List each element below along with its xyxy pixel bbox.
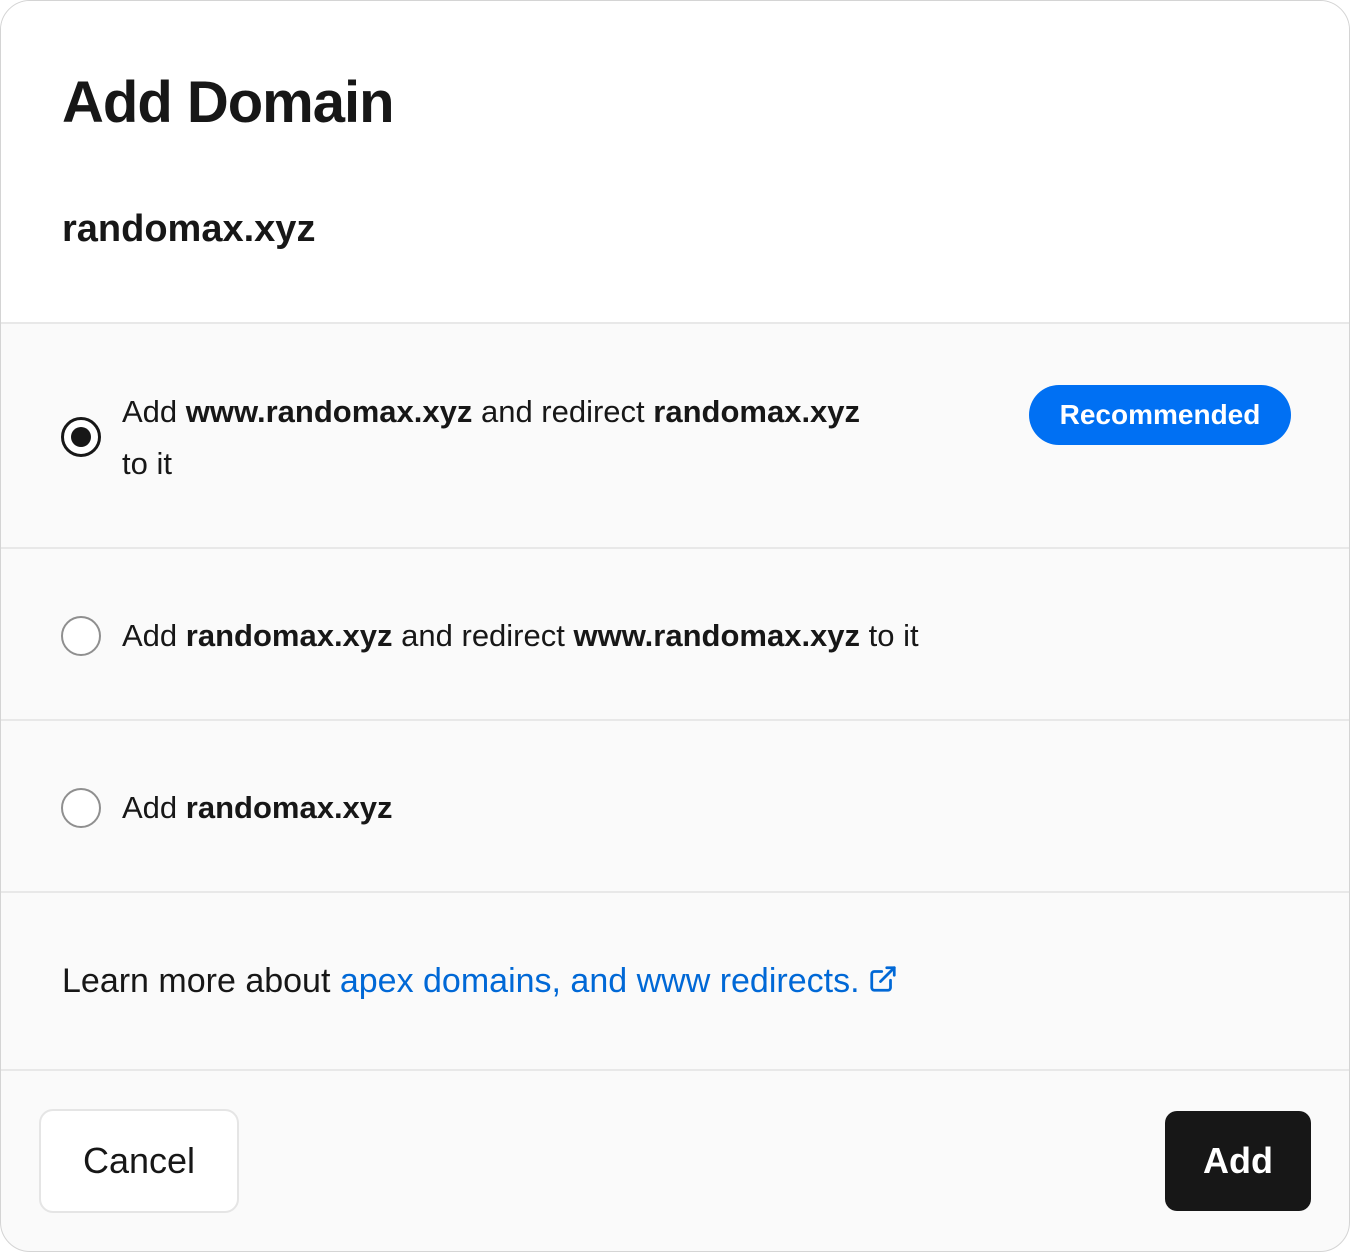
recommended-badge: Recommended (1029, 385, 1291, 445)
option-www-redirect[interactable]: Add www.randomax.xyz and redirect random… (1, 324, 1349, 549)
option-label: Add www.randomax.xyz and redirect random… (122, 394, 861, 481)
external-link-icon[interactable] (868, 957, 898, 1009)
option-label-suffix: to it (122, 446, 172, 481)
learn-more-section: Learn more about apex domains, and www r… (1, 893, 1349, 1071)
add-domain-dialog: Add Domain randomax.xyz Add www.randomax… (0, 0, 1350, 1252)
radio-option-apex-only[interactable] (61, 788, 101, 828)
option-apex-redirect[interactable]: Add randomax.xyz and redirect www.random… (1, 549, 1349, 721)
learn-more-text: Learn more about apex domains, and www r… (62, 955, 898, 1009)
cancel-button[interactable]: Cancel (39, 1109, 239, 1213)
add-button[interactable]: Add (1165, 1111, 1311, 1211)
option-apex-only[interactable]: Add randomax.xyz (1, 721, 1349, 893)
dialog-footer: Cancel Add (1, 1071, 1349, 1251)
domain-name: randomax.xyz (62, 208, 316, 250)
option-label: Add randomax.xyz and redirect www.random… (122, 618, 919, 653)
option-label: Add randomax.xyz (122, 790, 393, 825)
dialog-header: Add Domain randomax.xyz (1, 1, 1349, 324)
radio-option-apex-redirect[interactable] (61, 616, 101, 656)
radio-option-www-redirect[interactable] (61, 417, 101, 457)
learn-more-link[interactable]: apex domains, and www redirects. (340, 962, 898, 1000)
dialog-title: Add Domain (62, 70, 395, 135)
